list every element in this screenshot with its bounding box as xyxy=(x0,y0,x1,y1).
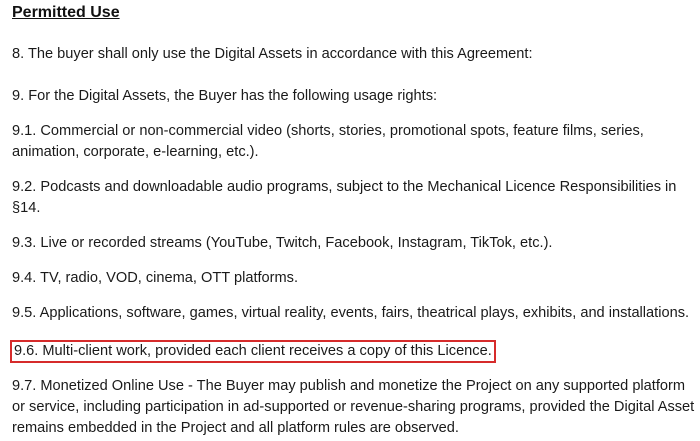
clause-9-2: 9.2. Podcasts and downloadable audio pro… xyxy=(12,179,677,216)
clause-9-1: 9.1. Commercial or non-commercial video … xyxy=(12,123,644,160)
clause-9-3: 9.3. Live or recorded streams (YouTube, … xyxy=(12,235,553,251)
clause-9-4: 9.4. TV, radio, VOD, cinema, OTT platfor… xyxy=(12,270,299,286)
clause-9-6-highlighted: 9.6. Multi-client work, provided each cl… xyxy=(10,340,496,363)
clause-9-7: 9.7. Monetized Online Use - The Buyer ma… xyxy=(12,378,695,436)
clause-9: 9. For the Digital Assets, the Buyer has… xyxy=(12,88,438,104)
section-heading: Permitted Use xyxy=(12,4,120,21)
clause-9-5: 9.5. Applications, software, games, virt… xyxy=(12,305,690,321)
clause-8: 8. The buyer shall only use the Digital … xyxy=(12,46,533,62)
